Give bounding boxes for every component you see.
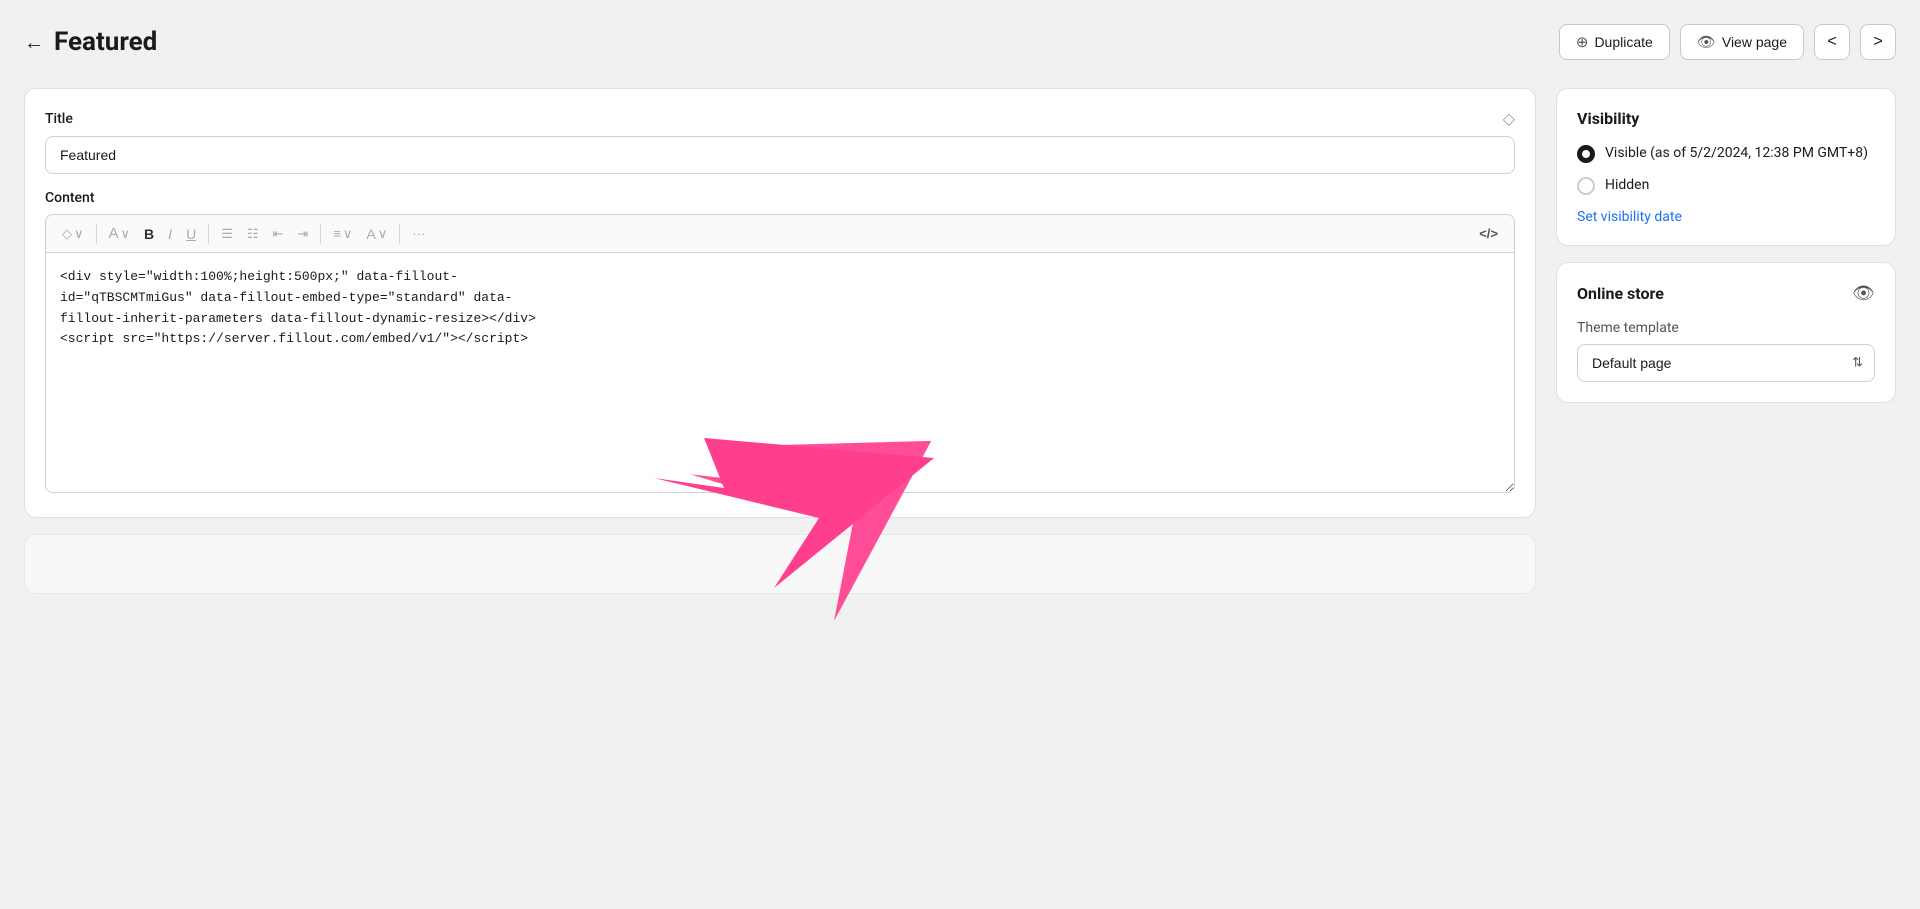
duplicate-button[interactable]: ⊕ Duplicate [1559, 24, 1670, 60]
toolbar-align-chevron: ∨ [343, 226, 353, 242]
visibility-title: Visibility [1577, 109, 1875, 128]
eye-icon: 👁 [1697, 33, 1716, 51]
toolbar-ai-icon: ◇ [62, 226, 72, 242]
visible-radio-input[interactable] [1577, 145, 1595, 163]
code-view-icon: </> [1479, 226, 1498, 241]
nav-prev-button[interactable]: < [1814, 24, 1850, 60]
online-store-title: Online store [1577, 284, 1664, 303]
toolbar-underline-button[interactable]: U [180, 222, 202, 246]
toolbar-underline-icon: U [186, 226, 196, 242]
left-panel: Title ◇ Content ◇ ∨ A [24, 88, 1536, 594]
toolbar-italic-button[interactable]: I [162, 222, 178, 246]
toolbar-ul-icon: ☰ [221, 226, 233, 242]
online-store-card: Online store 👁 Theme template Default pa… [1556, 262, 1896, 403]
toolbar-ol-icon: ☷ [247, 226, 259, 242]
page-title: Featured [54, 27, 157, 57]
toolbar-font-icon: A [109, 225, 119, 242]
extra-card [24, 534, 1536, 594]
toolbar-sep-3 [320, 224, 321, 244]
toolbar-align-icon: ≡ [333, 226, 341, 241]
page-header: ← Featured ⊕ Duplicate 👁 View page < > [24, 16, 1896, 68]
toolbar-indent-left-icon: ⇤ [273, 226, 284, 242]
toolbar-indent-right-button[interactable]: ⇥ [291, 222, 314, 246]
toolbar-italic-icon: I [168, 226, 172, 242]
back-button[interactable]: ← [24, 30, 44, 55]
theme-template-select-wrapper: Default page Custom page Landing page ⇅ [1577, 344, 1875, 382]
right-panel: Visibility Visible (as of 5/2/2024, 12:3… [1556, 88, 1896, 403]
visible-radio-label: Visible (as of 5/2/2024, 12:38 PM GMT+8) [1605, 144, 1868, 164]
toolbar-font-color-icon: A [366, 226, 375, 242]
title-input[interactable] [45, 136, 1515, 174]
editor-toolbar: ◇ ∨ A ∨ B I [45, 214, 1515, 253]
set-visibility-date-link[interactable]: Set visibility date [1577, 209, 1875, 225]
view-page-button[interactable]: 👁 View page [1680, 24, 1804, 60]
header-right: ⊕ Duplicate 👁 View page < > [1559, 24, 1896, 60]
toolbar-code-view-button[interactable]: </> [1473, 222, 1504, 245]
header-left: ← Featured [24, 27, 157, 57]
content-label: Content [45, 190, 1515, 206]
toolbar-ai-chevron: ∨ [74, 226, 84, 242]
view-page-label: View page [1722, 34, 1787, 50]
theme-template-label: Theme template [1577, 320, 1875, 336]
toolbar-font-button[interactable]: A ∨ [103, 221, 137, 246]
duplicate-icon: ⊕ [1576, 33, 1589, 51]
duplicate-label: Duplicate [1594, 34, 1652, 50]
toolbar-indent-right-icon: ⇥ [297, 226, 308, 242]
toolbar-sep-2 [208, 224, 209, 244]
toolbar-indent-left-button[interactable]: ⇤ [267, 222, 290, 246]
online-store-header: Online store 👁 [1577, 283, 1875, 304]
toolbar-ul-button[interactable]: ☰ [215, 222, 239, 246]
toolbar-sep-4 [399, 224, 400, 244]
toolbar-bold-icon: B [144, 226, 154, 242]
title-label: Title [45, 111, 73, 127]
toolbar-font-color-chevron: ∨ [378, 226, 388, 242]
toolbar-sep-1 [96, 224, 97, 244]
title-field-header: Title ◇ [45, 109, 1515, 128]
editor-card: Title ◇ Content ◇ ∨ A [24, 88, 1536, 518]
theme-template-select[interactable]: Default page Custom page Landing page [1577, 344, 1875, 382]
hidden-radio-item[interactable]: Hidden [1577, 176, 1875, 196]
toolbar-align-button[interactable]: ≡ ∨ [327, 222, 358, 246]
hidden-radio-label: Hidden [1605, 176, 1649, 196]
toolbar-ai-button[interactable]: ◇ ∨ [56, 222, 90, 246]
nav-next-button[interactable]: > [1860, 24, 1896, 60]
content-editor[interactable]: <div style="width:100%;height:500px;" da… [45, 253, 1515, 493]
ai-sparkle-icon[interactable]: ◇ [1503, 109, 1515, 128]
toolbar-bold-button[interactable]: B [138, 222, 160, 246]
toolbar-ol-button[interactable]: ☷ [241, 222, 265, 246]
toolbar-font-color-button[interactable]: A ∨ [360, 222, 393, 246]
visibility-card: Visibility Visible (as of 5/2/2024, 12:3… [1556, 88, 1896, 246]
online-store-eye-icon[interactable]: 👁 [1852, 283, 1875, 304]
toolbar-font-chevron: ∨ [121, 226, 131, 242]
visible-radio-item[interactable]: Visible (as of 5/2/2024, 12:38 PM GMT+8) [1577, 144, 1875, 164]
toolbar-more-button[interactable]: ··· [406, 222, 431, 245]
visibility-radio-group: Visible (as of 5/2/2024, 12:38 PM GMT+8)… [1577, 144, 1875, 195]
toolbar-more-icon: ··· [412, 226, 425, 241]
hidden-radio-input[interactable] [1577, 177, 1595, 195]
main-content: Title ◇ Content ◇ ∨ A [24, 88, 1896, 594]
